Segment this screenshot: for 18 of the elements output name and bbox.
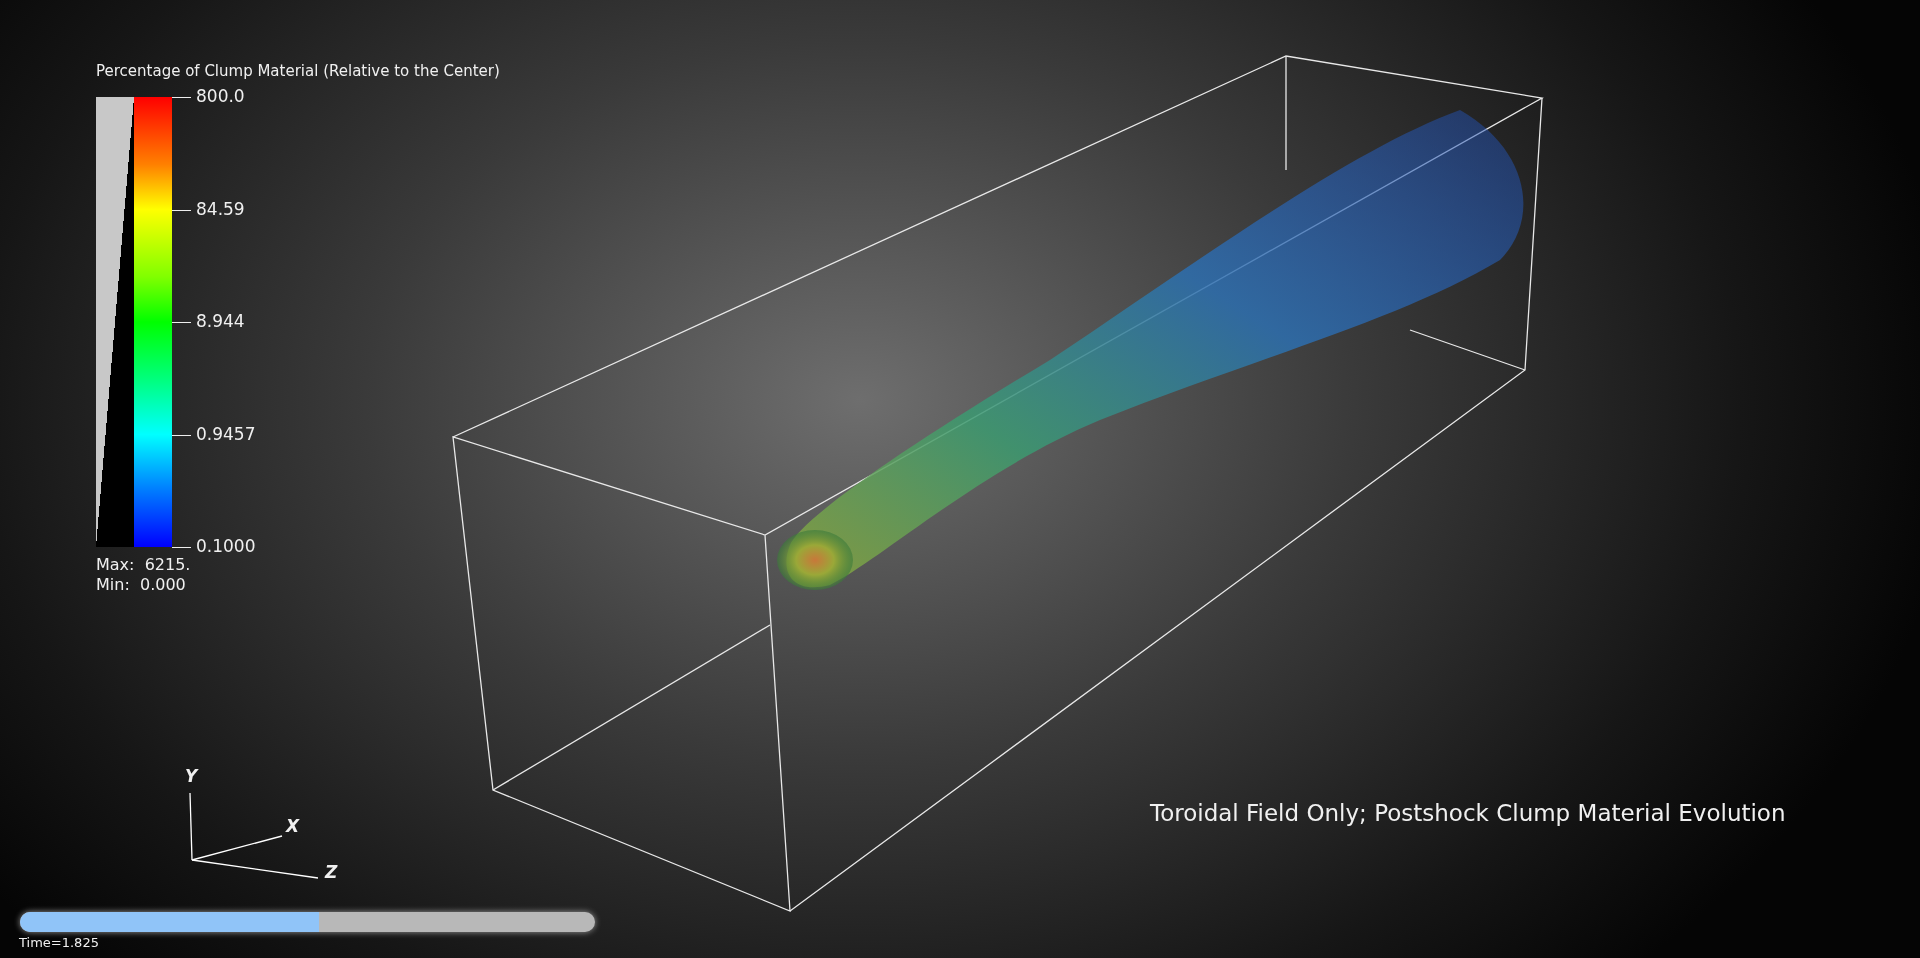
tick-mark bbox=[172, 547, 191, 548]
tick-label: 0.9457 bbox=[196, 423, 256, 444]
tick-mark bbox=[172, 97, 191, 98]
axis-label: Y bbox=[185, 766, 198, 786]
legend-title: Percentage of Clump Material (Relative to the Center) bbox=[96, 62, 500, 80]
min-label: Min: 0.000 bbox=[96, 576, 186, 594]
tick-label: 800.0 bbox=[196, 86, 245, 106]
max-label: Max: 6215. bbox=[96, 556, 191, 574]
tick-label: 8.944 bbox=[196, 311, 245, 331]
tick-label: 0.1000 bbox=[196, 536, 256, 556]
tick-mark bbox=[172, 209, 191, 211]
tick-mark bbox=[172, 434, 191, 436]
axis-label: Z bbox=[325, 862, 338, 882]
plot-caption: Toroidal Field Only; Postshock Clump Material Evolution bbox=[1150, 800, 1786, 826]
time-label: Time=1.825 bbox=[19, 935, 99, 950]
tick-label: 84.59 bbox=[196, 198, 245, 219]
tick-mark bbox=[172, 322, 191, 323]
axis-label: X bbox=[286, 816, 300, 836]
